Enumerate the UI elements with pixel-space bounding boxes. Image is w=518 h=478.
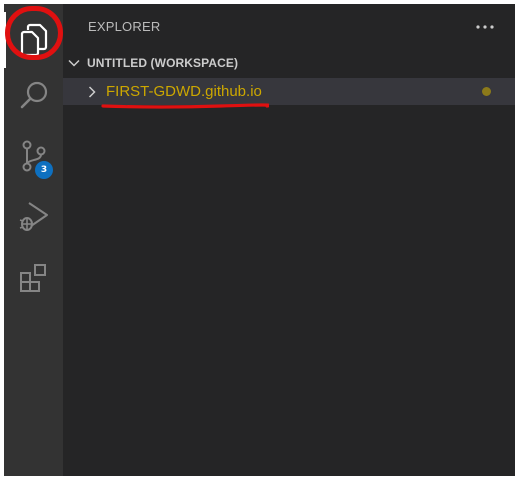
chevron-right-icon bbox=[88, 86, 96, 98]
ellipsis-icon bbox=[476, 25, 494, 29]
sidebar-title: EXPLORER bbox=[88, 19, 161, 34]
workspace-section-header[interactable]: UNTITLED (WORKSPACE) bbox=[63, 52, 515, 74]
explorer-sidebar: EXPLORER UNTITLED (WORKSPACE) FIRST-GDWD… bbox=[63, 4, 515, 476]
more-actions-button[interactable] bbox=[468, 14, 502, 40]
run-debug-icon bbox=[19, 202, 48, 231]
explorer-activity-item[interactable] bbox=[4, 12, 63, 68]
workspace-section-title: UNTITLED (WORKSPACE) bbox=[87, 56, 239, 70]
modified-indicator-dot bbox=[482, 87, 491, 96]
folder-tree-item[interactable]: FIRST-GDWD.github.io bbox=[63, 78, 515, 105]
activity-bar: 3 bbox=[4, 4, 63, 476]
files-icon bbox=[20, 23, 47, 57]
run-debug-activity-item[interactable] bbox=[4, 188, 63, 244]
search-icon bbox=[20, 81, 47, 109]
extensions-icon bbox=[19, 264, 46, 292]
extensions-activity-item[interactable] bbox=[4, 250, 63, 306]
chevron-down-icon bbox=[68, 59, 80, 67]
source-control-badge: 3 bbox=[35, 161, 53, 179]
source-control-activity-item[interactable]: 3 bbox=[4, 128, 63, 184]
folder-label: FIRST-GDWD.github.io bbox=[106, 83, 262, 100]
window: 3 EXPLORER UNTITLED (WORKSPACE) FIRST-GD… bbox=[0, 0, 518, 478]
search-activity-item[interactable] bbox=[4, 68, 63, 124]
